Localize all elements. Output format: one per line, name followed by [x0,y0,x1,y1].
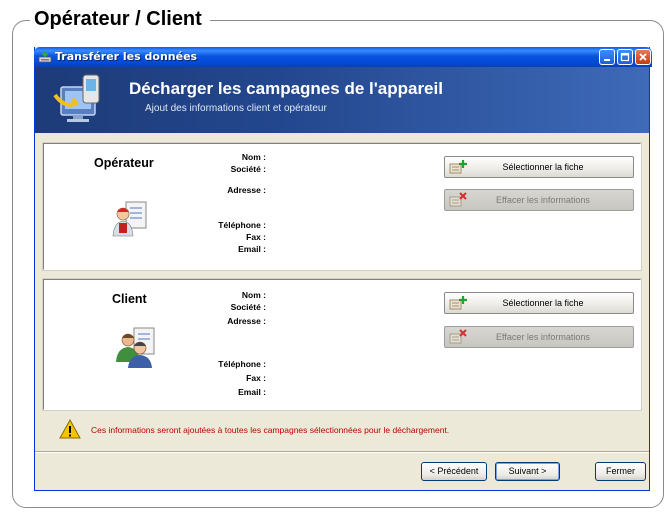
minimize-icon [604,59,610,61]
transfer-window: Transférer les données Décharger les cam… [34,47,652,491]
operator-clear-label: Effacer les informations [496,195,590,205]
close-window-button[interactable] [635,49,651,65]
operator-avatar-icon [112,201,147,237]
warning-icon [59,419,81,439]
operator-name-label: Nom : [241,152,266,162]
client-address-label: Adresse : [227,316,266,326]
operator-clear-button[interactable]: Effacer les informations [444,189,634,211]
operator-select-label: Sélectionner la fiche [502,162,584,172]
client-clear-button[interactable]: Effacer les informations [444,326,634,348]
operator-company-label: Société : [230,164,266,174]
client-fax-label: Fax : [246,373,266,383]
operator-panel: Opérateur Nom : Société : Adresse : Télé… [42,142,642,271]
window-title: Transférer les données [55,50,198,63]
maximize-icon [620,52,630,62]
client-phone-label: Téléphone : [218,359,266,369]
client-company-label: Société : [230,302,266,312]
minimize-button[interactable] [599,49,615,65]
maximize-button[interactable] [617,49,633,65]
device-download-icon [53,74,100,122]
operator-select-button[interactable]: Sélectionner la fiche [444,156,634,178]
banner-title: Décharger les campagnes de l'appareil [129,79,443,98]
client-name-label: Nom : [241,290,266,300]
client-select-label: Sélectionner la fiche [502,298,584,308]
next-button[interactable]: Suivant > [495,462,560,481]
title-bar[interactable]: Transférer les données [34,47,652,67]
operator-email-label: Email : [238,244,266,254]
client-clear-label: Effacer les informations [496,332,590,342]
operator-address-label: Adresse : [227,185,266,195]
operator-phone-label: Téléphone : [218,220,266,230]
warning-message: Ces informations seront ajoutées à toute… [91,425,450,435]
banner-subtitle: Ajout des informations client et opérate… [145,103,327,114]
client-email-label: Email : [238,387,266,397]
client-panel: Client Nom : Société : Adresse : Télépho… [42,278,642,411]
transfer-icon [38,51,52,63]
header-banner: Décharger les campagnes de l'appareil Aj… [35,67,649,133]
operator-heading: Opérateur [94,156,154,170]
close-button[interactable]: Fermer [595,462,646,481]
operator-fax-label: Fax : [246,232,266,242]
close-icon [639,53,647,61]
previous-button[interactable]: < Précédent [421,462,487,481]
footer-separator [35,451,649,453]
section-title: Opérateur / Client [30,6,210,32]
client-avatar-icon [116,327,155,368]
client-heading: Client [112,292,147,306]
client-select-button[interactable]: Sélectionner la fiche [444,292,634,314]
